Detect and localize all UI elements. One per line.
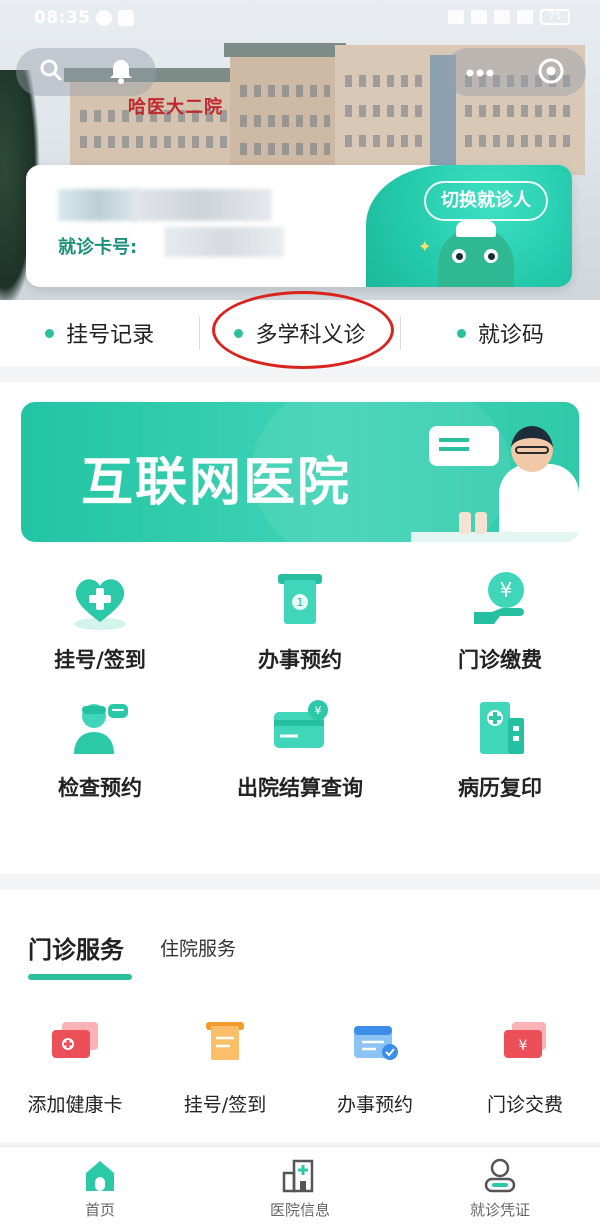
card-number-label: 就诊卡号: (58, 237, 138, 258)
switch-patient-button[interactable]: 切换就诊人 (424, 181, 548, 221)
signal-icon (494, 10, 510, 24)
quick-link-label: 挂号记录 (66, 323, 155, 348)
feature-exam-appointment[interactable]: 检查预约 (0, 696, 200, 802)
feature-register-checkin[interactable]: 挂号/签到 (0, 568, 200, 674)
feature-outpatient-payment[interactable]: ¥ 门诊缴费 (400, 568, 600, 674)
tab-outpatient-services[interactable]: 门诊服务 (28, 930, 124, 965)
banner-title: 互联网医院 (81, 453, 352, 513)
patient-info-blurred (132, 189, 272, 221)
feature-label: 办事预约 (258, 648, 342, 672)
service-add-health-card[interactable]: 添加健康卡 (0, 1020, 150, 1117)
ticket-icon: 1 (268, 568, 332, 632)
medicine-bottle-icon (459, 512, 471, 534)
quick-link-label: 就诊码 (477, 323, 544, 348)
calendar-check-icon (350, 1020, 400, 1062)
service-label: 挂号/签到 (183, 1094, 267, 1116)
yen-card-icon: ¥ (268, 696, 332, 760)
patient-card[interactable]: 就诊卡号: 切换就诊人 ✦ (26, 165, 572, 287)
feature-label: 病历复印 (458, 776, 542, 800)
feature-medical-record-copy[interactable]: 病历复印 (400, 696, 600, 802)
tab-inpatient-services[interactable]: 住院服务 (160, 934, 236, 961)
sparkle-icon: ✦ (418, 237, 432, 256)
feature-label: 检查预约 (58, 776, 142, 800)
dot-icon (45, 328, 55, 338)
feature-label: 门诊缴费 (458, 648, 542, 672)
feature-label: 出院结算查询 (237, 776, 363, 800)
service-label: 门诊交费 (486, 1094, 563, 1116)
doctor-illustration (499, 464, 579, 542)
battery-icon: 75 (540, 9, 570, 25)
service-register-checkin[interactable]: 挂号/签到 (150, 1020, 300, 1117)
search-notify-pill (16, 48, 156, 96)
services-section: 门诊服务 住院服务 添加健康卡 挂号/签到 办事预约 ¥ 门诊交费 (0, 890, 600, 1142)
nav-label: 就诊凭证 (469, 1201, 530, 1219)
dot-icon (456, 328, 466, 338)
feature-grid: 挂号/签到 1 办事预约 ¥ 门诊缴费 检查预约 ¥ 出院结算查询 病历复印 (0, 568, 600, 802)
feature-label: 挂号/签到 (54, 648, 146, 672)
yen-card-icon: ¥ (500, 1020, 550, 1062)
building-center (224, 43, 346, 170)
svg-text:¥: ¥ (500, 578, 513, 602)
nav-label: 医院信息 (269, 1201, 330, 1219)
bluetooth-icon (448, 10, 464, 24)
doctor-glasses (515, 446, 549, 454)
service-label: 添加健康卡 (27, 1094, 123, 1116)
service-label: 办事预约 (336, 1094, 413, 1116)
patient-name-blurred (58, 189, 138, 221)
home-icon (80, 1157, 120, 1193)
hospital-building-icon (468, 696, 532, 760)
close-miniapp-icon[interactable] (536, 57, 566, 87)
signal-icon (517, 10, 533, 24)
notification-icon (96, 10, 112, 26)
service-appointment[interactable]: 办事预约 (300, 1020, 450, 1117)
nav-home[interactable]: 首页 (0, 1147, 200, 1224)
chat-board-icon (429, 426, 499, 466)
quick-link-visit-code[interactable]: 就诊码 (401, 317, 600, 349)
nav-label: 首页 (84, 1201, 115, 1219)
active-tab-indicator (28, 974, 132, 980)
svg-text:1: 1 (297, 596, 304, 609)
hospital-icon (280, 1157, 320, 1193)
main-features-section: 互联网医院 挂号/签到 1 办事预约 ¥ 门诊缴费 检查预约 ¥ 出院结算查询 … (0, 382, 600, 874)
bell-icon[interactable] (106, 57, 136, 87)
miniapp-capsule (444, 48, 586, 96)
feature-appointment[interactable]: 1 办事预约 (200, 568, 400, 674)
feature-discharge-settlement[interactable]: ¥ 出院结算查询 (200, 696, 400, 802)
hospital-sign: 哈医大二院 (128, 97, 223, 118)
nav-hospital-info[interactable]: 医院信息 (200, 1147, 400, 1224)
receipt-icon (200, 1020, 250, 1062)
services-row: 添加健康卡 挂号/签到 办事预约 ¥ 门诊交费 (0, 1020, 600, 1117)
nav-visit-credential[interactable]: 就诊凭证 (400, 1147, 600, 1224)
internet-hospital-banner[interactable]: 互联网医院 (21, 402, 579, 542)
yen-hand-icon: ¥ (468, 568, 532, 632)
medicine-bottle-icon (475, 512, 487, 534)
quick-link-registration-records[interactable]: 挂号记录 (0, 317, 199, 349)
health-card-icon (50, 1020, 100, 1062)
doctor-chat-icon (68, 696, 132, 760)
heart-plus-icon (68, 568, 132, 632)
bottom-navigation: 首页 医院信息 就诊凭证 (0, 1146, 600, 1224)
svg-text:¥: ¥ (519, 1038, 528, 1054)
status-time: 08:35 (34, 8, 91, 28)
desk (411, 532, 579, 542)
search-icon[interactable] (36, 57, 66, 87)
service-outpatient-payment[interactable]: ¥ 门诊交费 (450, 1020, 600, 1117)
status-bar: 08:35 75 (0, 0, 600, 36)
highlight-circle-annotation (212, 291, 394, 369)
more-icon[interactable] (465, 57, 495, 87)
user-card-icon (480, 1157, 520, 1193)
wifi-icon (471, 10, 487, 24)
alarm-icon (118, 10, 134, 26)
card-number-blurred (164, 227, 284, 257)
svg-text:¥: ¥ (315, 704, 322, 717)
